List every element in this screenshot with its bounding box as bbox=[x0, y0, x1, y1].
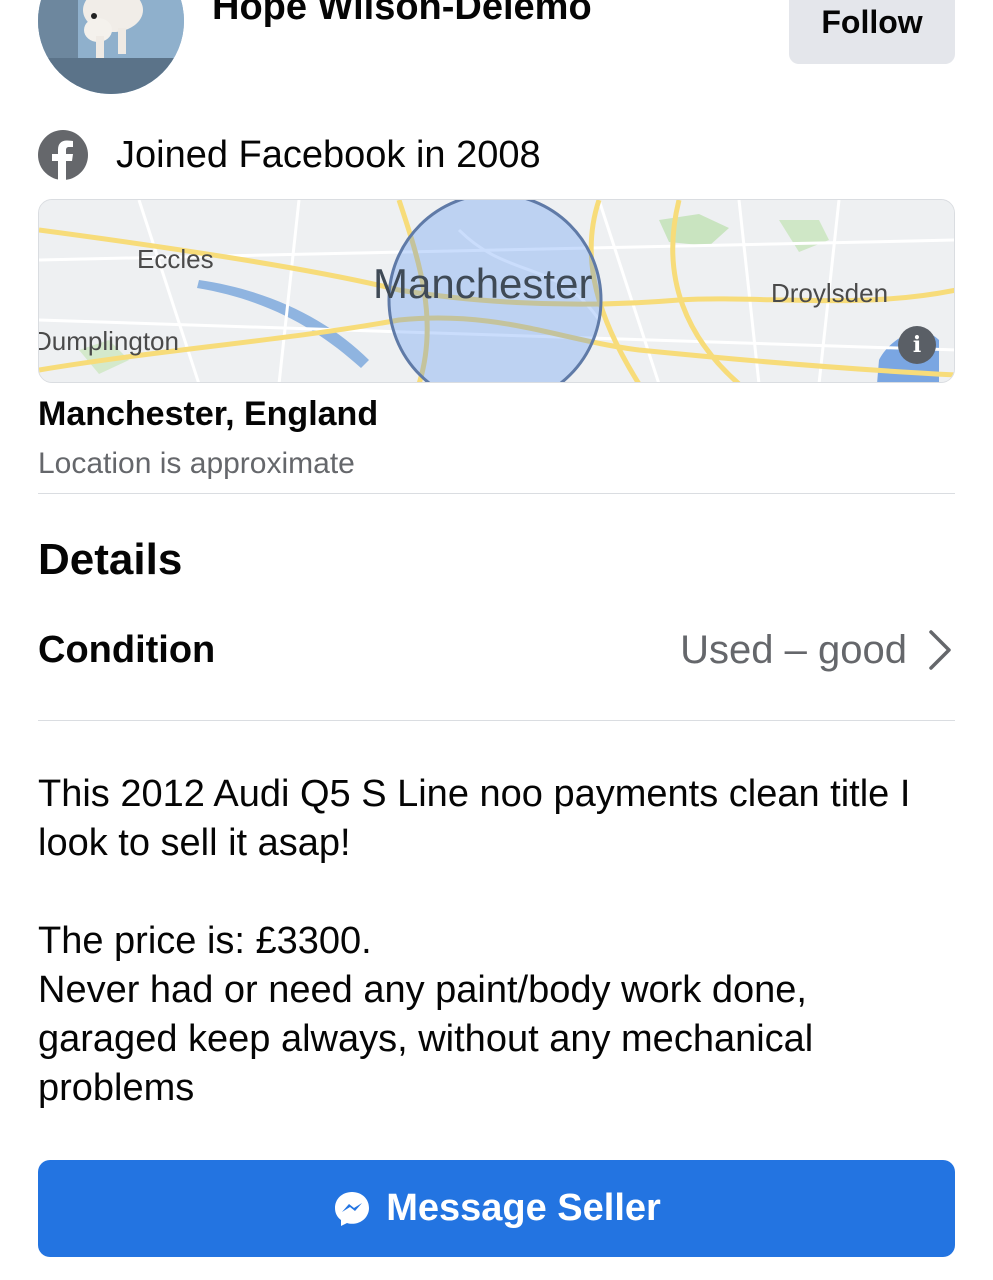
description-price: The price is: £3300. bbox=[38, 920, 372, 962]
message-seller-label: Message Seller bbox=[386, 1187, 661, 1229]
avatar-photo bbox=[38, 0, 184, 94]
map-label-dumplington: Dumplington bbox=[38, 326, 179, 356]
location-note: Location is approximate bbox=[38, 447, 355, 480]
follow-button[interactable]: Follow bbox=[789, 0, 955, 64]
description-line: This 2012 Audi Q5 S Line noo payments cl… bbox=[38, 773, 911, 864]
joined-text: Joined Facebook in 2008 bbox=[116, 133, 541, 176]
map-label-eccles: Eccles bbox=[137, 244, 214, 274]
condition-value: Used – good bbox=[680, 627, 907, 672]
facebook-icon bbox=[38, 130, 88, 180]
map-label-droylsden: Droylsden bbox=[771, 278, 889, 308]
chevron-right-icon bbox=[929, 630, 951, 670]
listing-description: This 2012 Audi Q5 S Line noo payments cl… bbox=[38, 770, 938, 1113]
condition-value-group: Used – good bbox=[680, 628, 955, 673]
location-map[interactable]: Eccles Manchester Droylsden Dumplington … bbox=[38, 199, 955, 383]
details-heading: Details bbox=[38, 535, 183, 584]
map-label-manchester: Manchester bbox=[373, 260, 593, 307]
seller-avatar[interactable] bbox=[38, 0, 184, 94]
divider bbox=[38, 493, 955, 494]
joined-row: Joined Facebook in 2008 bbox=[38, 130, 541, 180]
messenger-icon bbox=[335, 1191, 370, 1226]
description-line: Never had or need any paint/body work do… bbox=[38, 969, 814, 1109]
divider bbox=[38, 720, 955, 721]
location-title: Manchester, England bbox=[38, 395, 379, 433]
condition-row[interactable]: Condition Used – good bbox=[38, 620, 955, 680]
message-seller-button[interactable]: Message Seller bbox=[38, 1160, 955, 1257]
info-icon[interactable]: i bbox=[898, 326, 936, 364]
condition-label: Condition bbox=[38, 628, 216, 671]
seller-name[interactable]: Hope Wilson-Delemo bbox=[212, 0, 592, 29]
